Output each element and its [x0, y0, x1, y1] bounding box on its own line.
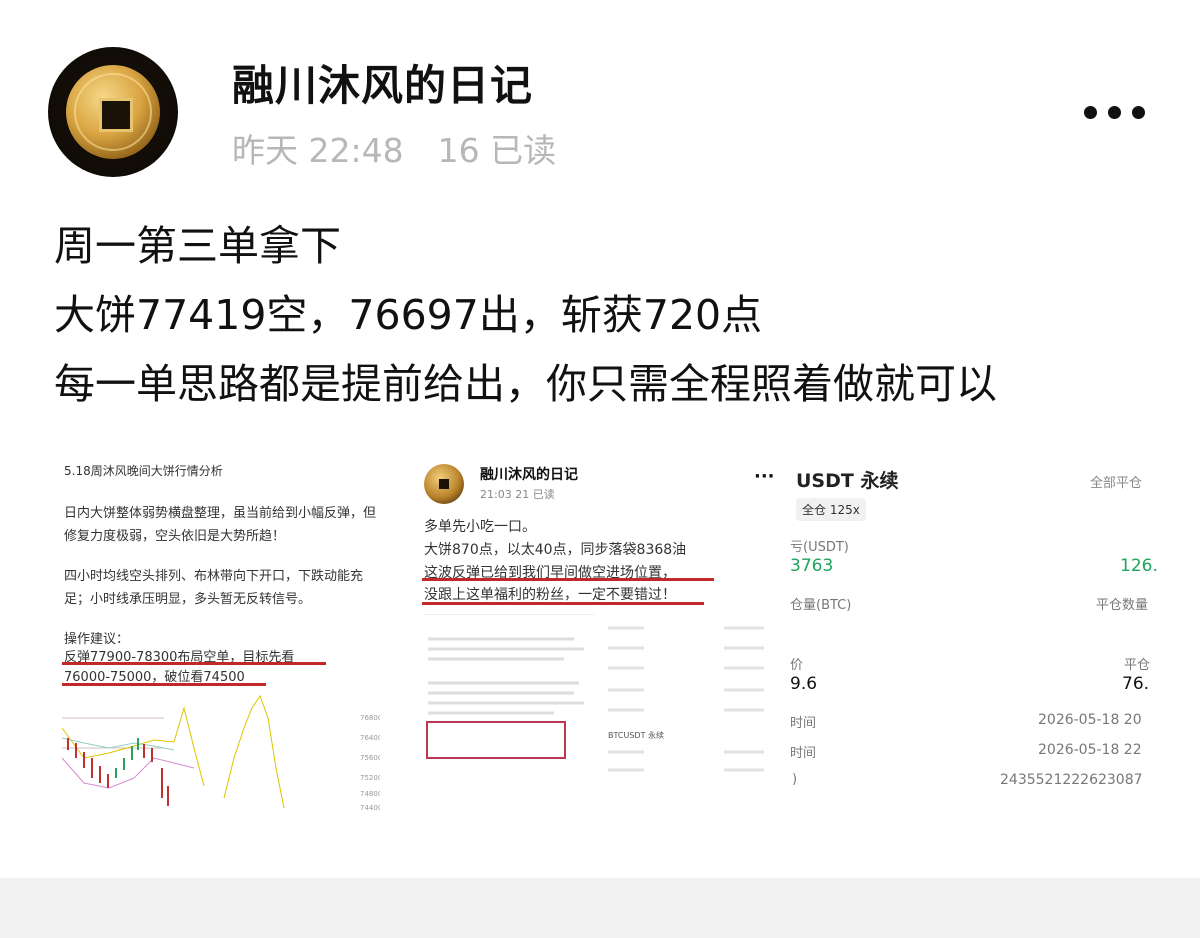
axis-tick: 76400 [360, 734, 380, 742]
attached-image-previous-post[interactable]: 融川沐风的日记 21:03 21 已读 ··· 多单先小吃一口。 大饼870点，… [414, 450, 780, 810]
post-line: 周一第三单拿下 [54, 222, 341, 270]
account-name: 融川沐风的日记 [480, 467, 578, 483]
analysis-text: 足；小时线承压明显，多头暂无反转信号。 [64, 592, 312, 607]
post-line: 大饼870点，以太40点，同步落袋8368油 [424, 542, 687, 558]
post-time: 昨天 22:48 [232, 131, 404, 170]
coin-logo-icon [66, 65, 160, 159]
post-meta: 21:03 21 已读 [480, 488, 555, 501]
analysis-text: 修复力度极弱，空头依旧是大势所趋！ [64, 529, 286, 544]
advice-label: 操作建议： [64, 632, 130, 647]
read-count: 16 已读 [437, 131, 557, 170]
axis-tick: 75600 [360, 754, 380, 762]
pnl-value-right: 126. [1120, 556, 1158, 576]
price-value-right: 76. [1122, 674, 1150, 694]
post-line: 多单先小吃一口。 [424, 519, 536, 535]
bottom-divider [0, 878, 1200, 938]
qty-label: 仓量(BTC) [790, 598, 852, 613]
post-body: 周一第三单拿下 大饼77419空，76697出，斩获720点 每一单思路都是提前… [54, 212, 997, 419]
attached-image-order-detail[interactable]: USDT 永续 全部平仓 全仓 125x 亏(USDT) 3763 126. 仓… [790, 450, 1160, 810]
more-options-icon: ··· [754, 466, 775, 487]
avatar-icon [424, 464, 464, 504]
contract-title: USDT 永续 [796, 470, 899, 492]
post-meta: 昨天 22:48 16 已读 [232, 124, 556, 172]
red-underline [422, 602, 704, 605]
open-time-label: 时间 [790, 716, 817, 731]
nested-order-title: BTCUSDT 永续 [608, 731, 665, 740]
red-underline [62, 683, 266, 686]
highlight-box [426, 721, 566, 759]
margin-tag: 全仓 125x [796, 498, 866, 521]
red-underline [62, 662, 326, 665]
axis-tick: 74800 [360, 790, 380, 798]
pnl-label: 亏(USDT) [790, 540, 849, 555]
order-id-label: ) [792, 772, 798, 787]
more-options-icon[interactable] [1084, 100, 1154, 124]
price-label-right: 平仓 [1124, 658, 1151, 673]
order-id: 2435521222623087 [1000, 772, 1143, 788]
account-name[interactable]: 融川沐风的日记 [232, 52, 533, 113]
nested-order-thumbnail: BTCUSDT 永续 [604, 618, 774, 798]
post-line: 每一单思路都是提前给出，你只需全程照着做就可以 [54, 360, 997, 408]
close-time: 2026-05-18 22 [1038, 742, 1142, 758]
axis-tick: 74400 [360, 804, 380, 810]
attached-image-analysis[interactable]: 5.18周沐风晚间大饼行情分析 日内大饼整体弱势横盘整理，虽当前给到小幅反弹，但… [54, 450, 380, 810]
avatar[interactable] [48, 47, 178, 177]
price-label: 价 [790, 658, 804, 673]
price-value: 9.6 [790, 674, 818, 694]
analysis-text: 日内大饼整体弱势横盘整理，虽当前给到小幅反弹，但 [64, 506, 377, 521]
post-line: 没跟上这单福利的粉丝，一定不要错过！ [424, 587, 676, 603]
price-chart [61, 694, 285, 809]
axis-tick: 75200 [360, 774, 380, 782]
pnl-value: 3763 [790, 556, 834, 576]
post-line: 大饼77419空，76697出，斩获720点 [54, 291, 763, 339]
qty-label-right: 平仓数量 [1096, 598, 1149, 613]
axis-tick: 76800 [360, 714, 380, 722]
open-time: 2026-05-18 20 [1038, 712, 1142, 728]
analysis-heading: 5.18周沐风晚间大饼行情分析 [64, 464, 223, 478]
analysis-text: 四小时均线空头排列、布林带向下开口，下跌动能充 [64, 569, 364, 584]
close-time-label: 时间 [790, 746, 817, 761]
nested-analysis-thumbnail [424, 614, 594, 794]
red-underline [422, 578, 714, 581]
close-all-label: 全部平仓 [1090, 476, 1143, 491]
